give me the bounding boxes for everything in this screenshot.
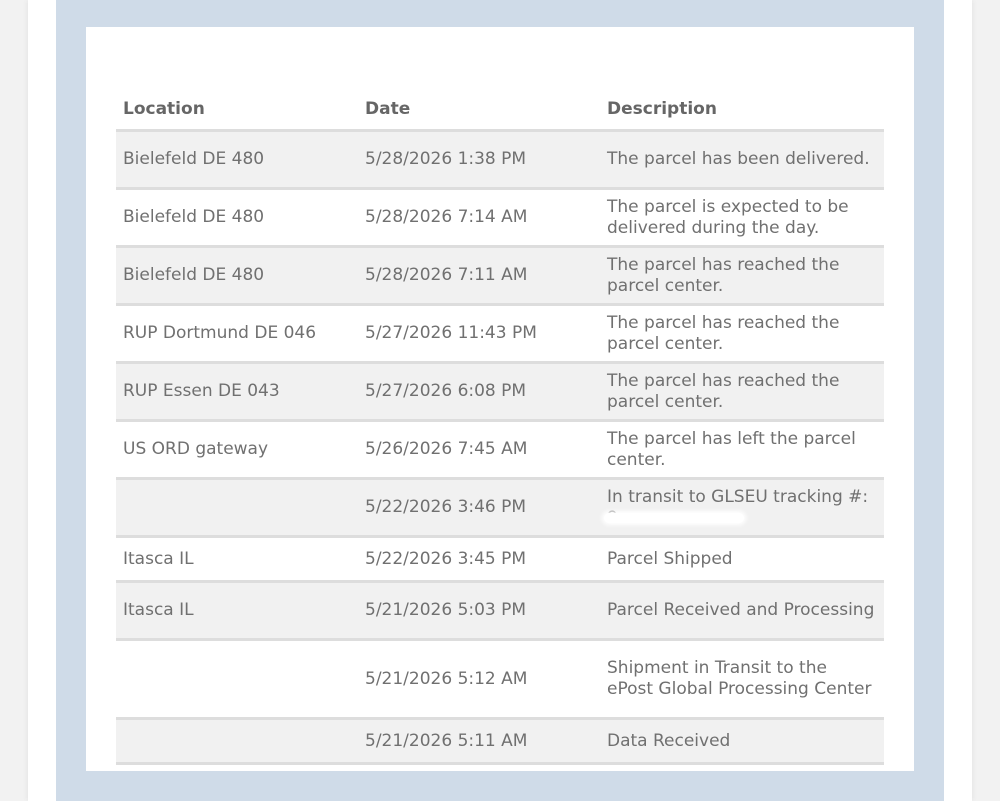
date-column-header: Date xyxy=(358,85,600,132)
row-date: 5/28/2026 1:38 PM xyxy=(358,130,600,190)
row-location xyxy=(116,718,358,765)
row-date: 5/27/2026 11:43 PM xyxy=(358,304,600,364)
row-description: Parcel Shipped xyxy=(600,536,884,583)
row-date: 5/21/2026 5:12 AM xyxy=(358,639,600,720)
row-location: RUP Essen DE 043 xyxy=(116,362,358,422)
table-row: Bielefeld DE 480 5/28/2026 1:38 PM The p… xyxy=(116,130,884,190)
row-location: RUP Dortmund DE 046 xyxy=(116,304,358,364)
row-description: The parcel has reached the parcel center… xyxy=(600,362,884,422)
page: Location Date Description Bielefeld DE 4… xyxy=(28,0,972,801)
row-location: Bielefeld DE 480 xyxy=(116,188,358,248)
description-column-header: Description xyxy=(600,85,884,132)
table-row: Itasca IL 5/22/2026 3:45 PM Parcel Shipp… xyxy=(116,536,884,583)
row-date: 5/27/2026 6:08 PM xyxy=(358,362,600,422)
tracking-history-table: Location Date Description Bielefeld DE 4… xyxy=(116,85,884,765)
row-description: Data Received xyxy=(600,718,884,765)
table-row: Bielefeld DE 480 5/28/2026 7:11 AM The p… xyxy=(116,246,884,306)
row-date: 5/22/2026 3:45 PM xyxy=(358,536,600,583)
table-row: Itasca IL 5/21/2026 5:03 PM Parcel Recei… xyxy=(116,581,884,641)
row-description: The parcel has been delivered. xyxy=(600,130,884,190)
row-date: 5/28/2026 7:11 AM xyxy=(358,246,600,306)
table-header-row: Location Date Description xyxy=(116,85,884,132)
row-description: The parcel has left the parcel center. xyxy=(600,420,884,480)
table-row: Bielefeld DE 480 5/28/2026 7:14 AM The p… xyxy=(116,188,884,248)
table-row: 5/21/2026 5:12 AM Shipment in Transit to… xyxy=(116,639,884,720)
row-location: US ORD gateway xyxy=(116,420,358,480)
row-date: 5/21/2026 5:11 AM xyxy=(358,718,600,765)
row-description: Parcel Received and Processing xyxy=(600,581,884,641)
row-description: The parcel has reached the parcel center… xyxy=(600,246,884,306)
row-date: 5/21/2026 5:03 PM xyxy=(358,581,600,641)
table-row: US ORD gateway 5/26/2026 7:45 AM The par… xyxy=(116,420,884,480)
row-location: Bielefeld DE 480 xyxy=(116,246,358,306)
row-date: 5/22/2026 3:46 PM xyxy=(358,478,600,538)
tracking-card: Location Date Description Bielefeld DE 4… xyxy=(86,27,914,771)
row-description: The parcel is expected to be delivered d… xyxy=(600,188,884,248)
row-location: Itasca IL xyxy=(116,581,358,641)
row-location: Bielefeld DE 480 xyxy=(116,130,358,190)
table-row: 5/22/2026 3:46 PM In transit to GLSEU tr… xyxy=(116,478,884,538)
row-location xyxy=(116,639,358,720)
location-column-header: Location xyxy=(116,85,358,132)
row-description: In transit to GLSEU tracking #: 9 xyxy=(600,478,884,538)
row-description: The parcel has reached the parcel center… xyxy=(600,304,884,364)
table-row: 5/21/2026 5:11 AM Data Received xyxy=(116,718,884,765)
table-row: RUP Dortmund DE 046 5/27/2026 11:43 PM T… xyxy=(116,304,884,364)
redaction-mark xyxy=(603,512,744,523)
row-date: 5/26/2026 7:45 AM xyxy=(358,420,600,480)
tracking-panel: Location Date Description Bielefeld DE 4… xyxy=(56,0,944,801)
row-location xyxy=(116,478,358,538)
row-date: 5/28/2026 7:14 AM xyxy=(358,188,600,248)
row-description: Shipment in Transit to the ePost Global … xyxy=(600,639,884,720)
table-row: RUP Essen DE 043 5/27/2026 6:08 PM The p… xyxy=(116,362,884,422)
row-location: Itasca IL xyxy=(116,536,358,583)
